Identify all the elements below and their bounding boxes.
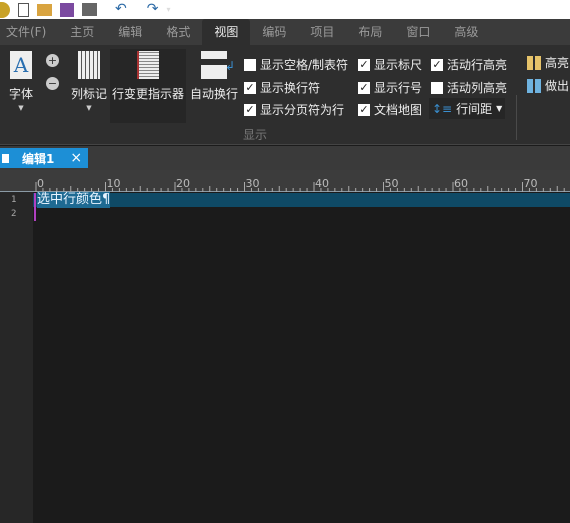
document-tab-bar: 编辑1 ×: [0, 146, 570, 170]
checkbox-label: 显示行号: [374, 81, 423, 95]
close-icon[interactable]: ×: [70, 150, 82, 166]
ribbon: A 字体 ▼ + − 列标记 ▼ 行变更指示器 ↲ 自动换行 显示空格/制表符 …: [0, 45, 570, 145]
ruler-label: 10: [107, 177, 121, 190]
tab-project[interactable]: 项目: [298, 19, 346, 45]
ruler: 0 10 20 30 40 50 60 70: [0, 170, 570, 192]
document-map-checkbox[interactable]: ✓ 文档地图: [358, 101, 422, 118]
highlight-label: 高亮: [545, 56, 570, 70]
zoom-out-icon[interactable]: −: [46, 77, 59, 90]
grid-icon: [527, 78, 541, 93]
highlight-icon: [527, 55, 541, 70]
quick-access-toolbar: ↶ ↷ ▾: [0, 0, 570, 19]
open-folder-icon[interactable]: [37, 3, 52, 16]
file-icon: [2, 153, 9, 163]
active-line-highlight: [33, 193, 570, 207]
menu-tabs: 文件(F) 主页 编辑 格式 视图 编码 项目 布局 窗口 高级: [0, 19, 570, 45]
checkbox-label: 显示空格/制表符: [260, 58, 349, 72]
ruler-label: 50: [385, 177, 399, 190]
zoom-in-icon[interactable]: +: [46, 54, 59, 67]
group-label-display: 显示: [243, 128, 268, 142]
font-button[interactable]: A 字体 ▼: [8, 51, 34, 112]
column-marker-button[interactable]: 列标记 ▼: [70, 51, 108, 112]
ruler-label: 20: [176, 177, 190, 190]
active-column-highlight-checkbox[interactable]: 活动列高亮: [431, 79, 507, 96]
tab-layout[interactable]: 布局: [346, 19, 394, 45]
ruler-label: 60: [454, 177, 468, 190]
change-indicator-button[interactable]: 行变更指示器: [110, 49, 186, 123]
change-indicator-label: 行变更指示器: [111, 87, 184, 101]
make-label: 做出: [545, 79, 570, 93]
highlight-button[interactable]: 高亮: [527, 54, 569, 71]
show-linebreak-checkbox[interactable]: ✓ 显示换行符: [244, 79, 320, 96]
print-icon[interactable]: [82, 3, 97, 16]
tab-home[interactable]: 主页: [58, 19, 106, 45]
word-wrap-label: 自动换行: [189, 87, 238, 101]
tab-window[interactable]: 窗口: [394, 19, 442, 45]
change-indicator-icon: [137, 51, 159, 79]
document-tab-label: 编辑1: [22, 151, 55, 166]
ruler-label: 70: [524, 177, 538, 190]
make-button[interactable]: 做出: [527, 77, 569, 94]
checkbox-label: 显示换行符: [260, 81, 321, 95]
checkbox-label: 活动行高亮: [447, 58, 508, 72]
editor-line[interactable]: 选中行颜色¶: [37, 192, 111, 208]
divider: [516, 95, 517, 140]
word-wrap-icon: ↲: [201, 51, 235, 79]
chevron-down-icon: ▼: [496, 104, 503, 113]
ruler-label: 0: [37, 177, 44, 190]
font-label: 字体: [8, 87, 33, 101]
tab-encoding[interactable]: 编码: [250, 19, 298, 45]
ruler-label: 40: [315, 177, 329, 190]
show-line-numbers-checkbox[interactable]: ✓ 显示行号: [358, 79, 422, 96]
ruler-ticks: 0 10 20 30 40 50 60 70: [35, 177, 565, 192]
tab-advanced[interactable]: 高级: [442, 19, 490, 45]
show-ruler-checkbox[interactable]: ✓ 显示标尺: [358, 56, 422, 73]
tab-edit[interactable]: 编辑: [106, 19, 154, 45]
chevron-down-icon: ▼: [18, 104, 24, 112]
ruler-label: 30: [246, 177, 260, 190]
checkbox-label: 显示分页符为行: [260, 103, 345, 117]
editor-area[interactable]: [33, 207, 570, 523]
font-icon: A: [10, 51, 32, 79]
save-icon[interactable]: [60, 2, 74, 17]
show-pagebreak-checkbox[interactable]: ✓ 显示分页符为行: [244, 101, 344, 118]
checkbox-label: 活动列高亮: [447, 81, 508, 95]
active-line-highlight-checkbox[interactable]: ✓ 活动行高亮: [431, 56, 507, 73]
customize-dropdown-icon[interactable]: ▾: [166, 0, 170, 19]
tab-view[interactable]: 视图: [202, 19, 251, 45]
line-spacing-dropdown[interactable]: ↕≡ 行间距 ▼: [429, 98, 506, 119]
app-logo-icon: [0, 1, 10, 18]
column-marker-label: 列标记: [70, 87, 107, 101]
column-marker-icon: [78, 51, 100, 79]
word-wrap-button[interactable]: ↲ 自动换行: [189, 51, 239, 102]
line-spacing-label: 行间距: [456, 102, 493, 116]
redo-icon[interactable]: ↷: [147, 0, 159, 19]
undo-icon[interactable]: ↶: [115, 0, 127, 19]
chevron-down-icon: ▼: [86, 104, 92, 112]
new-file-icon[interactable]: [18, 2, 29, 17]
tab-file[interactable]: 文件(F): [0, 19, 58, 45]
checkbox-label: 文档地图: [374, 103, 423, 117]
line-number: 1: [11, 195, 17, 205]
checkbox-label: 显示标尺: [374, 58, 423, 72]
line-number: 2: [11, 209, 17, 219]
show-whitespace-checkbox[interactable]: 显示空格/制表符: [244, 56, 348, 73]
tab-format[interactable]: 格式: [154, 19, 202, 45]
line-number-gutter: 1 2: [0, 192, 33, 523]
line-spacing-icon: ↕≡: [432, 101, 453, 116]
document-tab[interactable]: 编辑1 ×: [0, 148, 88, 168]
